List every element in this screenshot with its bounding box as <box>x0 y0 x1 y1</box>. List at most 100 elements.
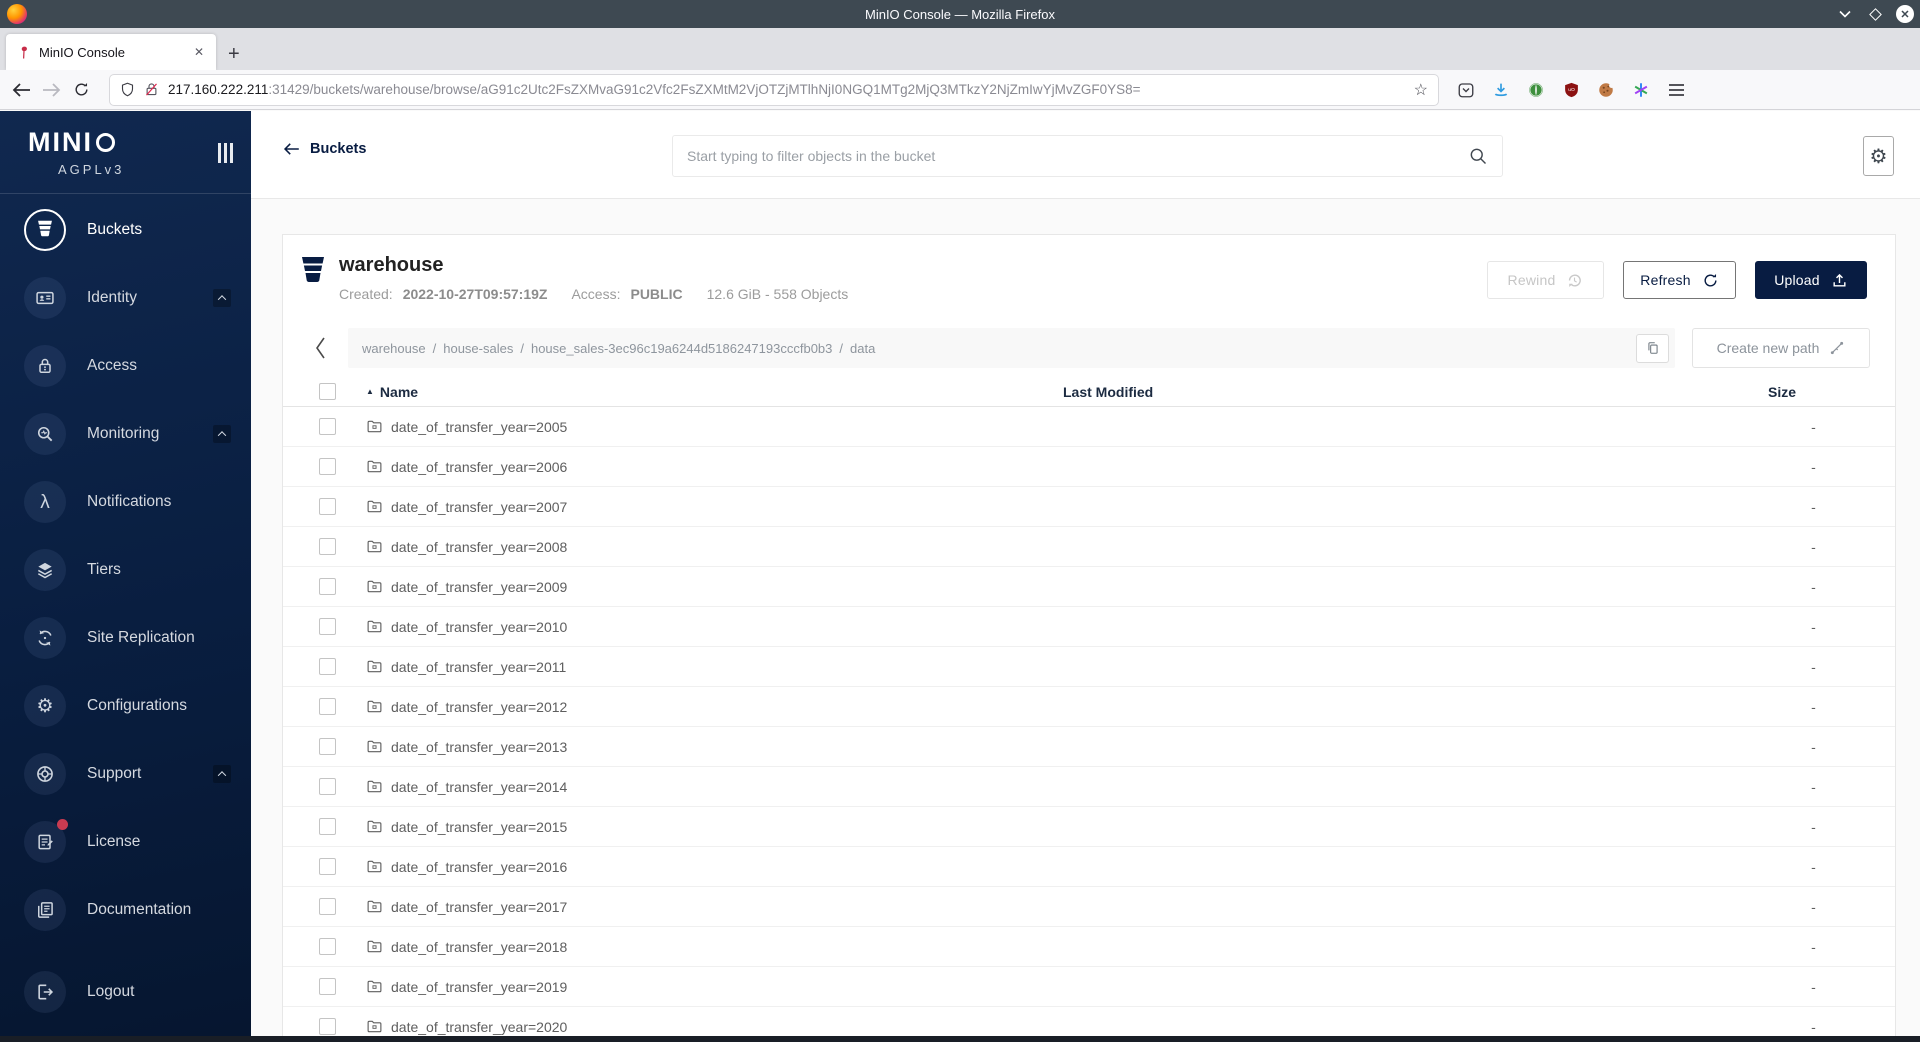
object-size: - <box>1811 1018 1816 1035</box>
table-row[interactable]: date_of_transfer_year=2018 - <box>283 927 1895 967</box>
row-checkbox[interactable] <box>319 698 336 715</box>
folder-icon <box>367 860 382 873</box>
row-checkbox[interactable] <box>319 458 336 475</box>
rewind-button[interactable]: Rewind <box>1487 261 1604 299</box>
table-row[interactable]: date_of_transfer_year=2014 - <box>283 767 1895 807</box>
table-row[interactable]: date_of_transfer_year=2015 - <box>283 807 1895 847</box>
row-checkbox[interactable] <box>319 498 336 515</box>
filter-objects-input[interactable] <box>687 148 1468 164</box>
column-header-size[interactable]: Size <box>1768 384 1859 400</box>
breadcrumb-segment[interactable]: house_sales-3ec96c19a6244d5186247193cccf… <box>531 341 832 356</box>
row-checkbox[interactable] <box>319 618 336 635</box>
table-row[interactable]: date_of_transfer_year=2005 - <box>283 407 1895 447</box>
browser-tab-minio-console[interactable]: MinIO Console ✕ <box>6 34 216 70</box>
row-checkbox[interactable] <box>319 858 336 875</box>
table-row[interactable]: date_of_transfer_year=2016 - <box>283 847 1895 887</box>
browser-forward-button[interactable] <box>36 75 66 105</box>
tiers-icon <box>24 549 66 591</box>
row-checkbox[interactable] <box>319 938 336 955</box>
browser-back-button[interactable] <box>6 75 36 105</box>
row-checkbox[interactable] <box>319 898 336 915</box>
new-tab-button[interactable]: + <box>216 43 252 70</box>
sidebar-item-identity[interactable]: Identity <box>0 264 251 332</box>
row-checkbox[interactable] <box>319 978 336 995</box>
table-row[interactable]: date_of_transfer_year=2009 - <box>283 567 1895 607</box>
object-name: date_of_transfer_year=2016 <box>391 858 568 875</box>
table-row[interactable]: date_of_transfer_year=2010 - <box>283 607 1895 647</box>
breadcrumb-separator: / <box>839 340 844 356</box>
row-checkbox[interactable] <box>319 658 336 675</box>
table-row[interactable]: date_of_transfer_year=2006 - <box>283 447 1895 487</box>
bucket-icon <box>24 209 66 251</box>
sidebar-item-logout[interactable]: Logout <box>0 958 251 1026</box>
page-header: Buckets ⚙ <box>251 111 1920 199</box>
chevron-up-icon[interactable] <box>213 765 231 783</box>
table-row[interactable]: date_of_transfer_year=2011 - <box>283 647 1895 687</box>
url-bar[interactable]: 217.160.222.211:31429/buckets/warehouse/… <box>110 74 1438 105</box>
multi-color-asterisk-icon[interactable] <box>1631 80 1651 100</box>
sidebar-item-monitoring[interactable]: Monitoring <box>0 400 251 468</box>
column-header-last-modified[interactable]: Last Modified <box>1063 384 1768 400</box>
back-to-buckets-link[interactable]: Buckets <box>283 141 366 157</box>
chevron-up-icon[interactable] <box>213 289 231 307</box>
row-checkbox[interactable] <box>319 818 336 835</box>
sidebar-item-notifications[interactable]: λ Notifications <box>0 468 251 536</box>
table-row[interactable]: date_of_transfer_year=2017 - <box>283 887 1895 927</box>
path-back-button[interactable] <box>307 336 333 360</box>
bucket-name: warehouse <box>339 254 444 276</box>
window-close-button[interactable]: ✕ <box>1896 5 1914 23</box>
table-header-row: ▲ Name Last Modified Size <box>283 377 1895 407</box>
copy-path-button[interactable] <box>1636 333 1669 363</box>
sidebar-item-buckets[interactable]: Buckets <box>0 196 251 264</box>
ublock-icon[interactable]: uO <box>1561 80 1581 100</box>
download-icon[interactable] <box>1491 80 1511 100</box>
broken-lock-icon[interactable] <box>144 81 159 98</box>
upload-button[interactable]: Upload <box>1755 261 1867 299</box>
row-checkbox[interactable] <box>319 538 336 555</box>
bucket-settings-gear-button[interactable]: ⚙ <box>1863 136 1894 176</box>
menu-icon[interactable] <box>1666 80 1686 100</box>
table-row[interactable]: date_of_transfer_year=2019 - <box>283 967 1895 1007</box>
shield-icon[interactable] <box>120 81 135 98</box>
privacy-badger-icon[interactable] <box>1526 80 1546 100</box>
pocket-icon[interactable] <box>1456 80 1476 100</box>
refresh-button[interactable]: Refresh <box>1623 261 1736 299</box>
row-checkbox[interactable] <box>319 578 336 595</box>
sidebar-item-configurations[interactable]: ⚙ Configurations <box>0 672 251 740</box>
object-size: - <box>1811 658 1816 675</box>
tab-close-icon[interactable]: ✕ <box>190 43 208 61</box>
row-checkbox[interactable] <box>319 778 336 795</box>
table-body: date_of_transfer_year=2005 - date_of_tra… <box>283 407 1895 1036</box>
table-row[interactable]: date_of_transfer_year=2013 - <box>283 727 1895 767</box>
sidebar-item-license[interactable]: License <box>0 808 251 876</box>
row-checkbox[interactable] <box>319 738 336 755</box>
create-new-path-button[interactable]: Create new path <box>1692 328 1870 368</box>
sidebar-collapse-icon[interactable] <box>218 143 233 163</box>
sort-ascending-icon[interactable]: ▲ <box>366 387 374 396</box>
browser-reload-button[interactable] <box>66 75 96 105</box>
row-checkbox[interactable] <box>319 418 336 435</box>
bookmark-star-icon[interactable]: ☆ <box>1414 80 1428 100</box>
breadcrumb-segment[interactable]: house-sales <box>443 341 513 356</box>
table-row[interactable]: date_of_transfer_year=2020 - <box>283 1007 1895 1036</box>
sidebar-item-site-replication[interactable]: Site Replication <box>0 604 251 672</box>
row-checkbox[interactable] <box>319 1018 336 1035</box>
select-all-checkbox[interactable] <box>319 383 336 400</box>
sidebar-item-access[interactable]: Access <box>0 332 251 400</box>
replication-icon <box>24 617 66 659</box>
sidebar-item-documentation[interactable]: Documentation <box>0 876 251 944</box>
breadcrumb-segment: data <box>850 340 876 356</box>
window-minimize-button[interactable] <box>1836 5 1854 23</box>
sidebar-item-support[interactable]: Support <box>0 740 251 808</box>
breadcrumb-separator: / <box>520 340 524 356</box>
window-maximize-button[interactable] <box>1866 5 1884 23</box>
cookie-icon[interactable] <box>1596 80 1616 100</box>
sidebar-item-tiers[interactable]: Tiers <box>0 536 251 604</box>
table-row[interactable]: date_of_transfer_year=2007 - <box>283 487 1895 527</box>
table-row[interactable]: date_of_transfer_year=2008 - <box>283 527 1895 567</box>
chevron-up-icon[interactable] <box>213 425 231 443</box>
table-row[interactable]: date_of_transfer_year=2012 - <box>283 687 1895 727</box>
object-name: date_of_transfer_year=2007 <box>391 498 568 515</box>
breadcrumb-segment[interactable]: warehouse <box>362 341 426 356</box>
column-header-name[interactable]: Name <box>380 384 418 400</box>
